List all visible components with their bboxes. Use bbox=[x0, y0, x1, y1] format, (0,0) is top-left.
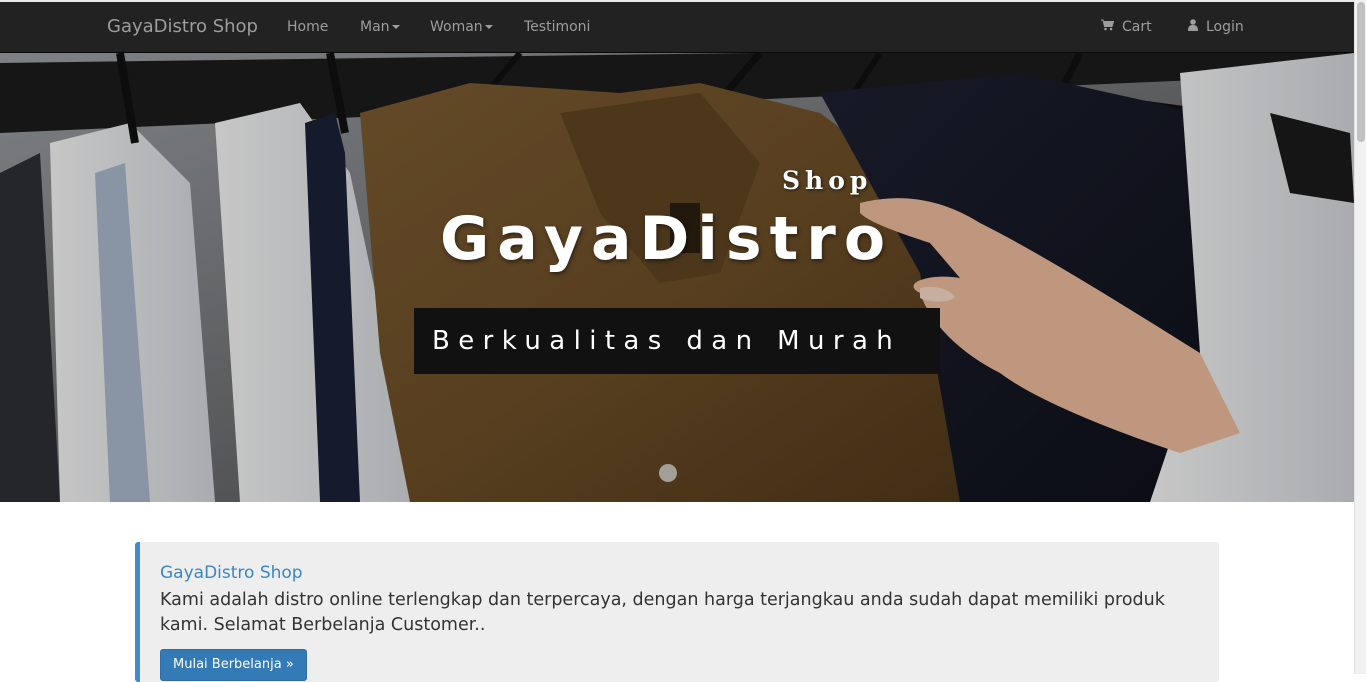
callout-text: Kami adalah distro online terlengkap dan… bbox=[160, 590, 1165, 635]
nav-item-label: Man bbox=[360, 19, 390, 35]
hero-subtitle: Shop bbox=[782, 166, 873, 195]
navbar-brand[interactable]: GayaDistro Shop bbox=[107, 16, 258, 38]
nav-item-label: Testimoni bbox=[524, 19, 591, 35]
callout-title: GayaDistro Shop bbox=[160, 563, 303, 583]
nav-item-testimoni[interactable]: Testimoni bbox=[524, 18, 590, 36]
shopping-cart-icon bbox=[1101, 18, 1115, 36]
nav-item-label: Home bbox=[287, 19, 329, 35]
page-scrollbar[interactable] bbox=[1354, 0, 1366, 674]
nav-item-label: Login bbox=[1206, 19, 1244, 35]
chevron-down-icon bbox=[391, 25, 400, 29]
nav-item-man[interactable]: Man bbox=[360, 18, 400, 36]
top-navbar: GayaDistro Shop Home Man Woman Testimoni… bbox=[0, 0, 1354, 53]
nav-item-home[interactable]: Home bbox=[287, 18, 328, 36]
nav-item-label: Woman bbox=[430, 19, 483, 35]
hero-banner: Shop GayaDistro Berkualitas dan Murah bbox=[0, 53, 1354, 502]
nav-item-cart[interactable]: Cart bbox=[1101, 18, 1152, 36]
user-icon bbox=[1188, 18, 1198, 36]
chevron-down-icon bbox=[484, 25, 493, 29]
intro-callout: GayaDistro Shop Kami adalah distro onlin… bbox=[135, 542, 1219, 682]
scrollbar-thumb[interactable] bbox=[1357, 2, 1365, 142]
hero-title: GayaDistro bbox=[440, 204, 894, 274]
nav-item-woman[interactable]: Woman bbox=[430, 18, 493, 36]
nav-item-label: Cart bbox=[1122, 19, 1152, 35]
hero-tagline: Berkualitas dan Murah bbox=[414, 308, 940, 374]
hero-background-image bbox=[0, 53, 1354, 502]
nav-item-login[interactable]: Login bbox=[1188, 18, 1244, 36]
start-shopping-button[interactable]: Mulai Berbelanja » bbox=[160, 649, 307, 681]
